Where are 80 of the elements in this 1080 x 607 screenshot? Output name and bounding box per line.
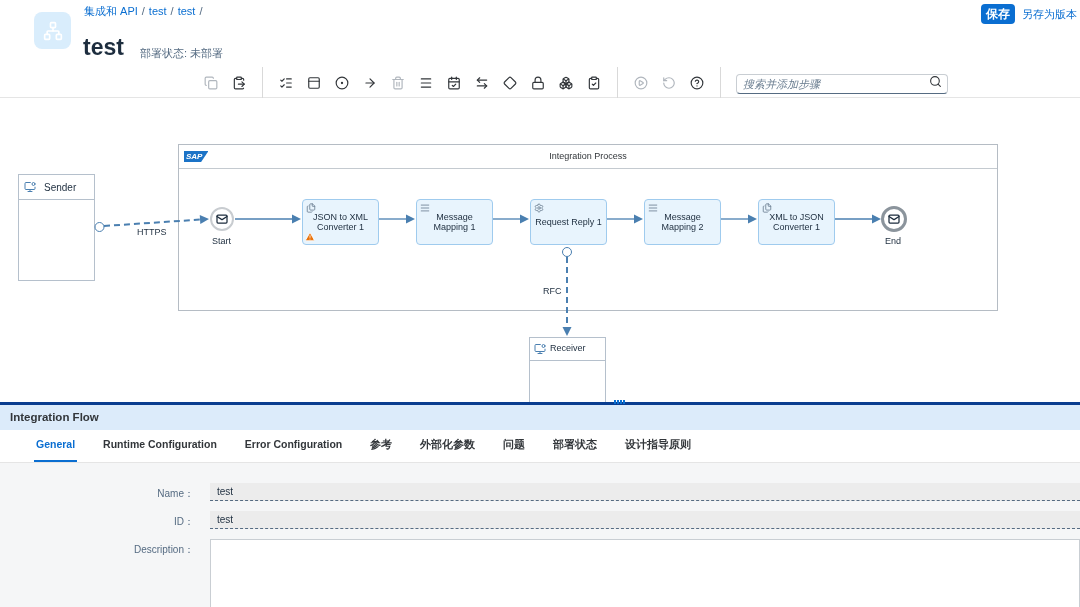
connection-port [94,222,105,232]
receiver-label: Receiver [550,342,586,356]
breadcrumb-separator: / [141,4,145,19]
clipboard-icon[interactable] [232,75,246,90]
connector-arrow [720,214,757,224]
tab[interactable]: General [34,430,78,462]
connection-port [562,247,572,257]
clipboard-check-icon[interactable] [587,75,601,90]
help-icon[interactable] [690,75,704,90]
checklist-icon[interactable] [279,75,293,90]
event-label: End [885,235,901,248]
step-label: JSON to XML Converter 1 [312,212,369,232]
tab[interactable]: 问题 [501,430,528,462]
window-icon[interactable] [307,75,321,90]
event-label: Start [212,235,231,248]
search-icon[interactable] [929,74,942,88]
sender-label: Sender [44,180,77,195]
process-step[interactable]: JSON to XML Converter 1 [302,199,379,245]
field-label: Description： [132,543,195,557]
menu-icon[interactable] [419,75,433,90]
connector-arrow [234,214,301,224]
integration-flow-icon [34,12,71,49]
breadcrumb-separator: / [199,4,203,19]
description-field[interactable] [210,539,1080,607]
target-icon[interactable] [335,75,349,90]
calendar-icon[interactable] [447,75,461,90]
system-icon [24,181,36,193]
field-label: Name： [156,487,195,501]
text-field[interactable]: test [210,483,1080,501]
text-field[interactable]: test [210,511,1080,529]
breadcrumb-separator: / [170,4,174,19]
system-icon [534,343,546,355]
lines-icon [648,203,658,213]
cubes-icon[interactable] [559,75,573,90]
connector-arrow [492,214,529,224]
breadcrumb-link[interactable]: test [148,3,167,20]
tab[interactable]: Error Configuration [242,430,345,462]
start-event[interactable] [210,207,234,231]
gear-icon [534,203,544,213]
sap-logo: SAP [184,151,209,162]
receiver-box[interactable]: Receiver [529,337,606,402]
save-button[interactable]: 保存 [981,4,1015,24]
step-label: XML to JSON Converter 1 [768,212,825,232]
step-label: Message Mapping 1 [432,212,477,232]
process-step[interactable]: XML to JSON Converter 1 [758,199,835,245]
process-step[interactable]: Message Mapping 2 [644,199,721,245]
swap-arrows-icon[interactable] [475,75,489,90]
tab[interactable]: 外部化参数 [418,430,478,462]
process-step[interactable]: Request Reply 1 [530,199,607,245]
field-label: ID： [173,515,195,529]
end-event[interactable] [881,206,907,232]
deploy-status: 部署状态: 未部署 [140,46,224,61]
save-as-version-link[interactable]: 另存为版本 [1022,7,1077,23]
step-label: Request Reply 1 [535,217,602,227]
connector-arrow [606,214,643,224]
channel-label: RFC [543,285,562,298]
lock-icon[interactable] [531,75,545,90]
diamond-icon[interactable] [503,75,517,90]
search-field[interactable]: 搜索并添加步骤 [736,73,948,94]
channel-label: HTTPS [137,226,167,239]
tab[interactable]: 参考 [368,430,395,462]
panel-title: Integration Flow [10,409,99,425]
tab[interactable]: Runtime Configuration [101,430,219,462]
connector-arrow [834,214,881,224]
tab[interactable]: 部署状态 [551,430,600,462]
step-label: Message Mapping 2 [660,212,705,232]
envelope-icon [216,213,228,225]
files-icon [306,203,316,213]
page-title: test [83,33,124,62]
envelope-icon [888,213,900,225]
pool-title: Integration Process [549,149,627,163]
tab[interactable]: 设计指导原则 [623,430,694,462]
breadcrumb-link[interactable]: 集成和 API [84,3,138,20]
files-icon [762,203,772,213]
breadcrumb-link[interactable]: test [177,3,196,20]
resize-handle[interactable] [614,400,626,404]
connector-arrow [378,214,415,224]
sender-box[interactable]: Sender [18,174,95,281]
process-step[interactable]: Message Mapping 1 [416,199,493,245]
lines-icon [420,203,430,213]
